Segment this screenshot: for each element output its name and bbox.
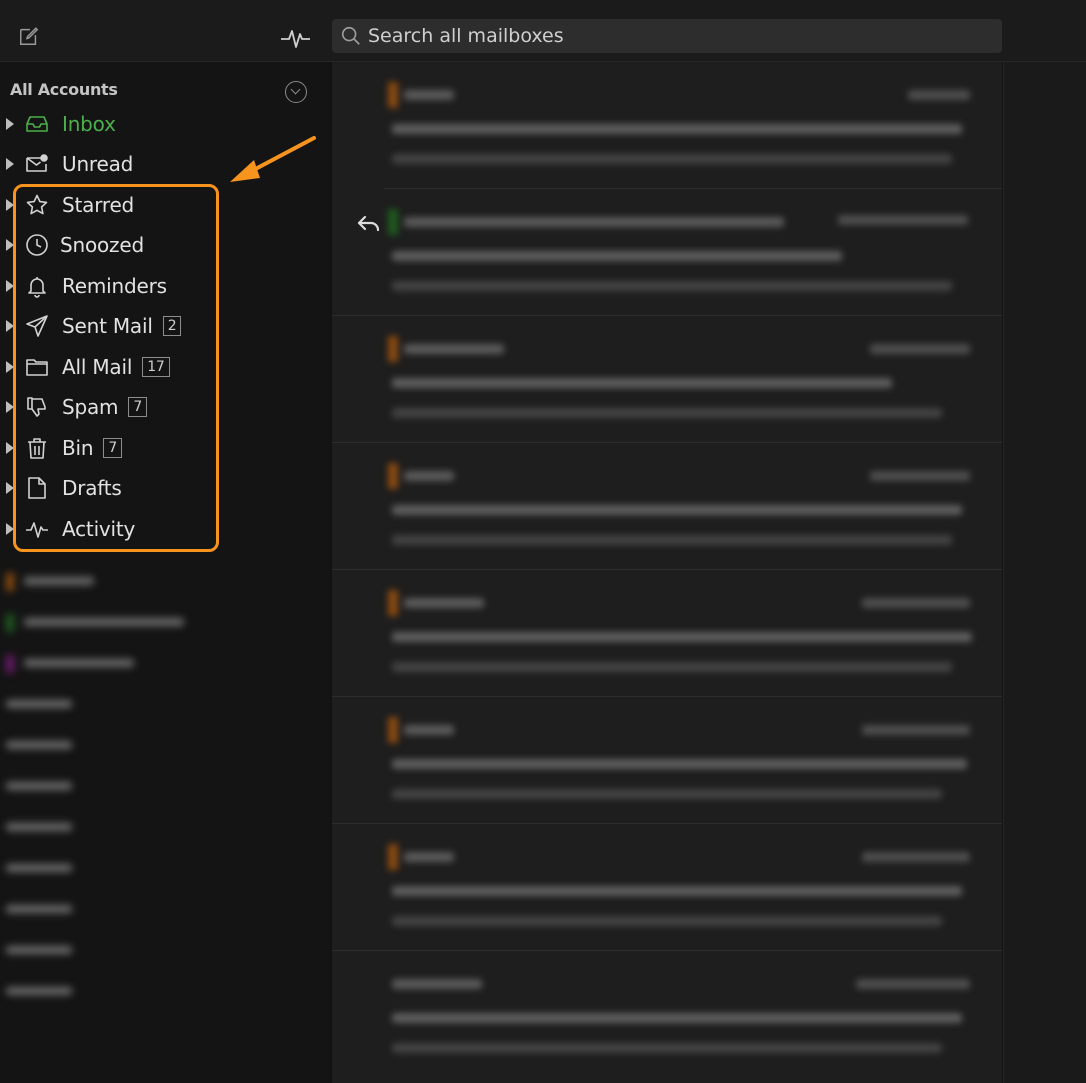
sidebar-item-label: Sent Mail [62,314,153,338]
sidebar-item-label: Unread [62,152,134,176]
message-list [332,62,1002,1083]
blurred-label[interactable] [6,934,206,960]
blurred-label[interactable] [6,811,206,837]
compose-icon[interactable] [18,25,40,47]
message-row[interactable] [332,697,1002,824]
search-bar[interactable] [332,19,1002,53]
expand-caret-icon[interactable] [6,158,14,170]
sidebar-item-snoozed[interactable]: Snoozed [0,227,240,263]
sidebar-item-spam[interactable]: Spam 7 [0,389,240,425]
expand-caret-icon[interactable] [6,199,14,211]
sidebar-item-label: Drafts [62,476,122,500]
search-icon [341,26,360,45]
blurred-label[interactable] [6,893,206,919]
paper-plane-icon [24,313,50,339]
blurred-label[interactable] [6,729,206,755]
sidebar: All Accounts Inbox Unread Starred Snooze… [0,0,330,1083]
search-input[interactable] [368,19,988,53]
message-row[interactable] [332,189,1002,316]
message-row[interactable] [332,443,1002,570]
unread-count-badge: 17 [142,356,170,377]
expand-caret-icon[interactable] [6,320,14,332]
message-row[interactable] [332,570,1002,697]
sidebar-item-label: Starred [62,193,135,217]
sidebar-item-unread[interactable]: Unread [0,146,240,182]
trash-icon [24,435,50,461]
thumbs-down-icon [24,394,50,420]
folder-icon [24,354,50,380]
message-row[interactable] [332,316,1002,443]
sidebar-item-label: Snoozed [60,233,144,257]
activity-icon [24,516,50,542]
star-icon [24,192,50,218]
document-icon [24,475,50,501]
pulse-icon[interactable] [280,24,312,52]
expand-caret-icon[interactable] [6,482,14,494]
message-row[interactable] [332,62,1002,189]
sidebar-item-starred[interactable]: Starred [0,187,240,223]
unread-count-badge: 7 [103,437,123,458]
unread-mail-icon [24,151,50,177]
blurred-label[interactable] [6,688,206,714]
chevron-down-icon[interactable] [285,81,307,103]
blurred-label[interactable] [6,852,206,878]
sidebar-item-label: All Mail [62,355,133,379]
sidebar-item-all-mail[interactable]: All Mail 17 [0,349,240,385]
blurred-label[interactable] [6,606,206,632]
sidebar-item-label: Activity [62,517,136,541]
inbox-icon [24,111,50,137]
clock-icon [24,232,50,258]
sidebar-item-sent-mail[interactable]: Sent Mail 2 [0,308,240,344]
unread-count-badge: 2 [162,315,182,336]
sidebar-item-inbox[interactable]: Inbox [0,106,240,142]
expand-caret-icon[interactable] [6,401,14,413]
sidebar-item-label: Reminders [62,274,167,298]
bell-icon [24,273,50,299]
blurred-label[interactable] [6,565,206,591]
message-row[interactable] [332,951,1002,1078]
unread-count-badge: 7 [128,396,148,417]
expand-caret-icon[interactable] [6,361,14,373]
reading-pane [1003,62,1086,1083]
expand-caret-icon[interactable] [6,118,14,130]
sidebar-item-drafts[interactable]: Drafts [0,470,240,506]
sidebar-item-label: Inbox [62,112,116,136]
expand-caret-icon[interactable] [6,523,14,535]
expand-caret-icon[interactable] [6,239,14,251]
sidebar-item-bin[interactable]: Bin 7 [0,430,240,466]
message-row[interactable] [332,824,1002,951]
expand-caret-icon[interactable] [6,442,14,454]
sidebar-item-label: Bin [62,436,94,460]
blurred-label[interactable] [6,770,206,796]
blurred-label[interactable] [6,975,206,1001]
all-accounts-header[interactable]: All Accounts [10,80,118,99]
sidebar-toolbar [0,0,330,62]
sidebar-item-label: Spam [62,395,119,419]
expand-caret-icon[interactable] [6,280,14,292]
sidebar-item-reminders[interactable]: Reminders [0,268,240,304]
blurred-label[interactable] [6,647,206,673]
sidebar-item-activity[interactable]: Activity [0,511,240,547]
